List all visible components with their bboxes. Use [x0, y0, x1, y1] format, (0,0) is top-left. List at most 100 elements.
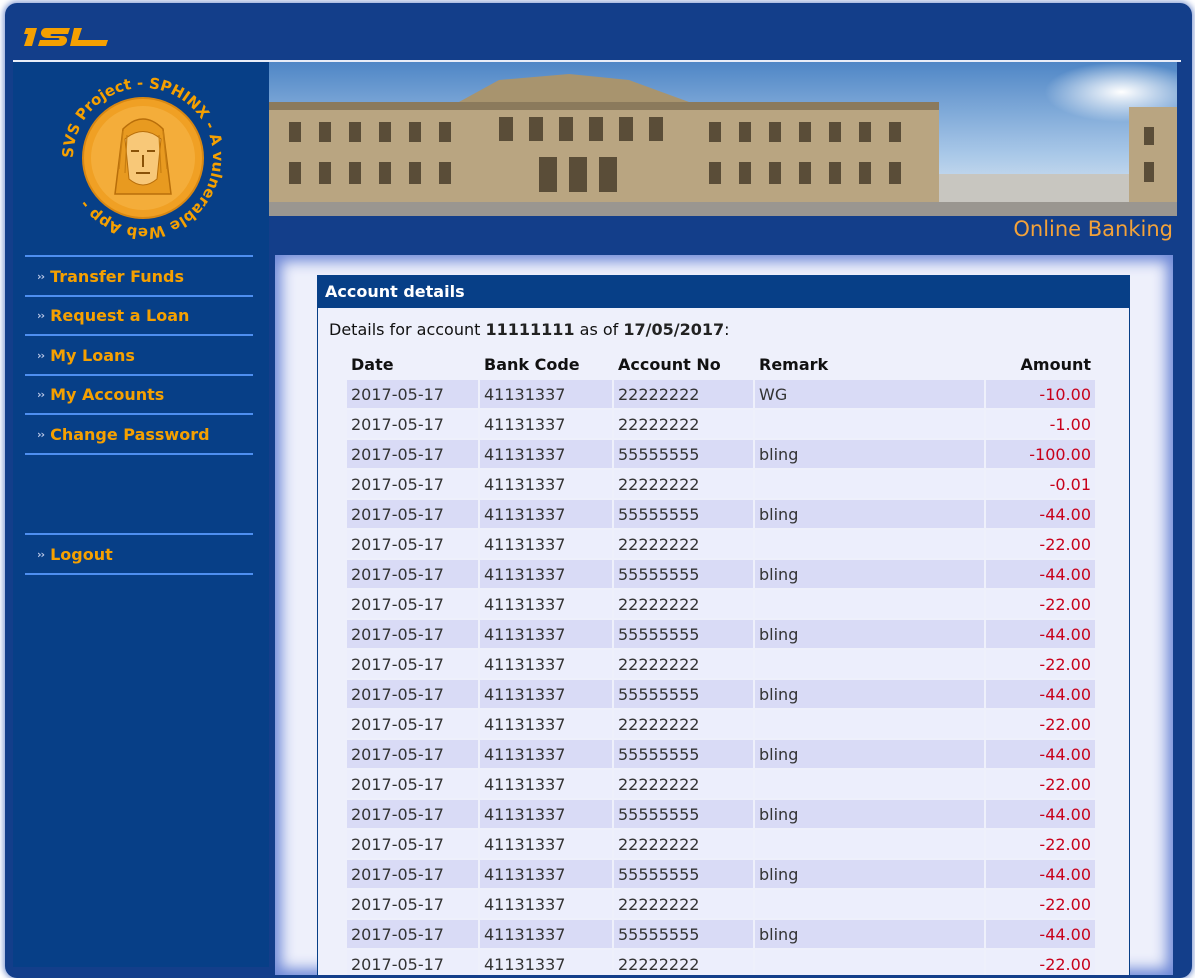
cell-bank-code: 41131337 [480, 710, 612, 738]
chevron-right-icon: ›› [37, 428, 45, 441]
cell-bank-code: 41131337 [480, 620, 612, 648]
cell-bank-code: 41131337 [480, 770, 612, 798]
cell-date: 2017-05-17 [347, 530, 478, 558]
nav-label: My Loans [50, 346, 135, 365]
isl-logo[interactable] [24, 24, 110, 50]
cell-account-no: 22222222 [614, 830, 753, 858]
cell-bank-code: 41131337 [480, 380, 612, 408]
nav-my-accounts[interactable]: ›› My Accounts [25, 376, 253, 413]
as-of-date: 17/05/2017 [623, 320, 725, 339]
account-details-panel: Account details Details for account 1111… [317, 275, 1130, 975]
nav-label: Request a Loan [50, 306, 190, 325]
cell-remark: bling [755, 800, 984, 828]
online-banking-caption: Online Banking [1013, 217, 1173, 241]
table-row: 2017-05-17 41131337 55555555 bling -44.00 [347, 620, 1095, 648]
cell-amount: -22.00 [986, 710, 1095, 738]
nav-logout[interactable]: ›› Logout [25, 536, 253, 573]
cell-account-no: 55555555 [614, 620, 753, 648]
cell-account-no: 22222222 [614, 530, 753, 558]
cell-account-no: 22222222 [614, 890, 753, 918]
cell-date: 2017-05-17 [347, 860, 478, 888]
cell-amount: -44.00 [986, 560, 1095, 588]
cell-date: 2017-05-17 [347, 620, 478, 648]
cell-bank-code: 41131337 [480, 590, 612, 618]
nav-divider [25, 334, 253, 336]
table-row: 2017-05-17 41131337 55555555 bling -100.00 [347, 440, 1095, 468]
cell-date: 2017-05-17 [347, 770, 478, 798]
nav-my-loans[interactable]: ›› My Loans [25, 337, 253, 374]
cell-remark: bling [755, 920, 984, 948]
cell-date: 2017-05-17 [347, 680, 478, 708]
cell-amount: -22.00 [986, 530, 1095, 558]
table-row: 2017-05-17 41131337 22222222 -22.00 [347, 650, 1095, 678]
table-row: 2017-05-17 41131337 22222222 WG -10.00 [347, 380, 1095, 408]
nav-divider [25, 413, 253, 415]
cell-amount: -44.00 [986, 740, 1095, 768]
cell-remark [755, 590, 984, 618]
table-row: 2017-05-17 41131337 22222222 -22.00 [347, 710, 1095, 738]
cell-date: 2017-05-17 [347, 440, 478, 468]
cell-amount: -44.00 [986, 620, 1095, 648]
cell-amount: -22.00 [986, 650, 1095, 678]
cell-remark: bling [755, 560, 984, 588]
nav-transfer-funds[interactable]: ›› Transfer Funds [25, 258, 253, 295]
cell-account-no: 22222222 [614, 410, 753, 438]
cell-bank-code: 41131337 [480, 920, 612, 948]
cell-bank-code: 41131337 [480, 860, 612, 888]
cell-date: 2017-05-17 [347, 410, 478, 438]
cell-remark: WG [755, 380, 984, 408]
cell-remark [755, 470, 984, 498]
nav-divider [25, 573, 253, 575]
cell-date: 2017-05-17 [347, 890, 478, 918]
cell-date: 2017-05-17 [347, 830, 478, 858]
table-row: 2017-05-17 41131337 55555555 bling -44.00 [347, 860, 1095, 888]
nav-change-password[interactable]: ›› Change Password [25, 416, 253, 453]
cell-bank-code: 41131337 [480, 560, 612, 588]
table-row: 2017-05-17 41131337 55555555 bling -44.00 [347, 560, 1095, 588]
table-row: 2017-05-17 41131337 22222222 -22.00 [347, 590, 1095, 618]
cell-bank-code: 41131337 [480, 500, 612, 528]
column-header-date: Date [351, 354, 394, 374]
nav-request-loan[interactable]: ›› Request a Loan [25, 297, 253, 334]
main-content: Account details Details for account 1111… [275, 255, 1173, 975]
cell-amount: -44.00 [986, 920, 1095, 948]
cell-date: 2017-05-17 [347, 380, 478, 408]
cell-amount: -44.00 [986, 800, 1095, 828]
table-row: 2017-05-17 41131337 55555555 bling -44.00 [347, 920, 1095, 948]
cell-remark: bling [755, 500, 984, 528]
cell-account-no: 22222222 [614, 770, 753, 798]
column-header-remark: Remark [759, 354, 829, 374]
cell-amount: -44.00 [986, 500, 1095, 528]
cell-remark [755, 830, 984, 858]
table-row: 2017-05-17 41131337 22222222 -22.00 [347, 830, 1095, 858]
cell-date: 2017-05-17 [347, 710, 478, 738]
chevron-right-icon: ›› [37, 270, 45, 283]
cell-amount: -22.00 [986, 830, 1095, 858]
table-row: 2017-05-17 41131337 22222222 -1.00 [347, 410, 1095, 438]
nav-divider [25, 453, 253, 455]
table-row: 2017-05-17 41131337 22222222 -0.01 [347, 470, 1095, 498]
cell-account-no: 22222222 [614, 650, 753, 678]
cell-date: 2017-05-17 [347, 800, 478, 828]
cell-account-no: 22222222 [614, 950, 753, 975]
cell-amount: -22.00 [986, 770, 1095, 798]
cell-date: 2017-05-17 [347, 950, 478, 975]
cell-account-no: 22222222 [614, 590, 753, 618]
cell-date: 2017-05-17 [347, 470, 478, 498]
cell-remark: bling [755, 740, 984, 768]
chevron-right-icon: ›› [37, 548, 45, 561]
cell-bank-code: 41131337 [480, 740, 612, 768]
cell-amount: -100.00 [986, 440, 1095, 468]
cell-account-no: 22222222 [614, 380, 753, 408]
table-row: 2017-05-17 41131337 55555555 bling -44.00 [347, 800, 1095, 828]
account-number: 11111111 [485, 320, 575, 339]
cell-date: 2017-05-17 [347, 560, 478, 588]
cell-remark: bling [755, 680, 984, 708]
cell-amount: -22.00 [986, 950, 1095, 975]
nav-divider [25, 255, 253, 257]
cell-date: 2017-05-17 [347, 650, 478, 678]
transactions-table: Date Bank Code Account No Remark Amount … [345, 348, 1097, 975]
cell-account-no: 22222222 [614, 470, 753, 498]
table-row: 2017-05-17 41131337 22222222 -22.00 [347, 530, 1095, 558]
cell-remark [755, 710, 984, 738]
